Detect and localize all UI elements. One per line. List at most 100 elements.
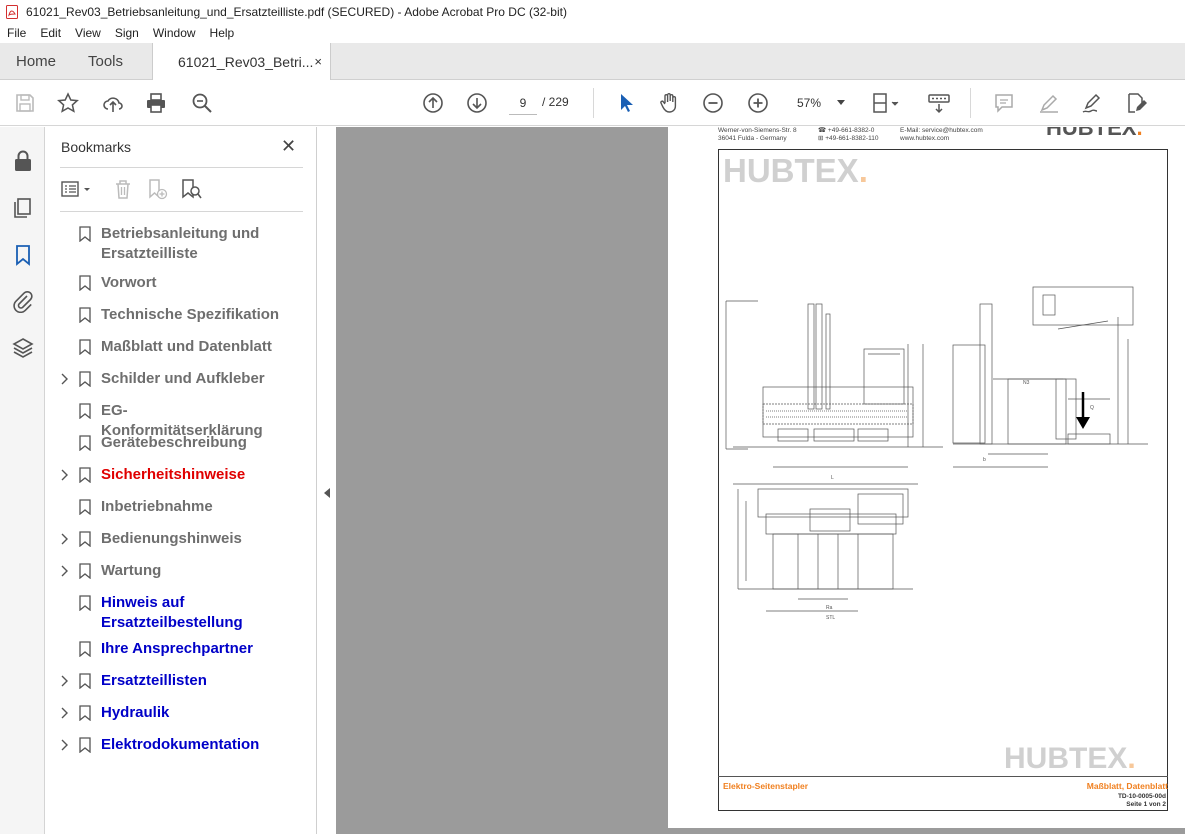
menu-sign[interactable]: Sign [115, 26, 139, 40]
tab-bar: Home Tools 61021_Rev03_Betri... × [0, 43, 1185, 81]
bookmark-label: Gerätebeschreibung [101, 434, 247, 451]
page-number-input[interactable] [509, 91, 537, 115]
menu-view[interactable]: View [75, 26, 101, 40]
delete-trash-icon[interactable] [112, 178, 134, 200]
page-thumbnails-icon[interactable] [11, 196, 35, 220]
svg-text:STL: STL [826, 615, 835, 621]
bookmark-ribbon-icon [79, 673, 91, 690]
bookmark-ribbon-icon [79, 435, 91, 452]
zoom-in-icon[interactable] [746, 91, 770, 115]
svg-text:L: L [831, 475, 834, 481]
menu-help[interactable]: Help [210, 26, 235, 40]
bookmark-ribbon-icon [79, 226, 91, 243]
company-contact: E-Mail: service@hubtex.com www.hubtex.co… [900, 127, 983, 142]
tab-document-label: 61021_Rev03_Betri... [178, 54, 314, 70]
select-cursor-icon[interactable] [614, 91, 638, 115]
print-icon[interactable] [144, 91, 168, 115]
page-total-label: / 229 [542, 95, 569, 109]
bookmark-ribbon-icon [79, 499, 91, 516]
new-bookmark-icon[interactable] [146, 178, 168, 200]
company-phone: ☎ +49-661-8382-0 ⊞ +49-661-8382-110 [818, 127, 879, 142]
star-bookmark-icon[interactable] [56, 91, 80, 115]
chevron-right-icon[interactable] [59, 532, 69, 545]
title-bar: 61021_Rev03_Betriebsanleitung_und_Ersatz… [0, 0, 1185, 23]
tab-document[interactable]: 61021_Rev03_Betri... × [152, 43, 331, 81]
save-icon[interactable] [13, 91, 37, 115]
cloud-upload-icon[interactable] [101, 91, 125, 115]
menu-bar: File Edit View Sign Window Help [0, 23, 1185, 43]
bookmark-label: Vorwort [101, 274, 157, 291]
chevron-right-icon[interactable] [59, 564, 69, 577]
zoom-out-icon[interactable] [701, 91, 725, 115]
chevron-down-icon [837, 100, 845, 105]
bookmark-label: Ihre Ansprechpartner [101, 640, 253, 657]
hand-tool-icon[interactable] [657, 91, 681, 115]
bookmark-label: Hydraulik [101, 704, 170, 721]
bookmark-ribbon-icon [79, 641, 91, 658]
bookmark-panel-icon[interactable] [11, 243, 35, 267]
panel-collapse-gutter [318, 127, 336, 834]
technical-drawing: L N3 b Ra STL Q [725, 286, 1148, 621]
find-bookmark-icon[interactable] [180, 178, 202, 200]
bookmarks-panel: Bookmarks ✕ Betriebsanleitung und Ersatz… [45, 127, 317, 834]
layers-icon[interactable] [11, 336, 35, 360]
tab-close-icon[interactable]: × [314, 54, 322, 69]
chevron-right-icon[interactable] [59, 468, 69, 481]
chevron-right-icon[interactable] [59, 738, 69, 751]
bookmark-label: Sicherheitshinweise [101, 466, 246, 483]
company-address: Werner-von-Siemens-Str. 8 36041 Fulda - … [718, 127, 797, 142]
comment-icon[interactable] [992, 91, 1016, 115]
bookmark-label: Schilder und Aufkleber [101, 370, 265, 387]
bookmark-ribbon-icon [79, 307, 91, 324]
pdf-page: Werner-von-Siemens-Str. 8 36041 Fulda - … [668, 127, 1185, 828]
menu-window[interactable]: Window [153, 26, 196, 40]
collapse-panel-arrow-icon[interactable] [324, 488, 330, 498]
chevron-right-icon[interactable] [59, 674, 69, 687]
keyboard-scroll-icon[interactable] [927, 91, 951, 115]
attachment-paperclip-icon[interactable] [11, 289, 35, 314]
footer-document-label: Maßblatt, Datenblatt [1086, 781, 1168, 791]
bookmark-label: Technische Spezifikation [101, 306, 280, 323]
zoom-level-value: 57% [797, 96, 822, 110]
chevron-right-icon[interactable] [59, 372, 69, 385]
close-icon[interactable]: ✕ [281, 136, 296, 157]
lock-icon[interactable] [11, 149, 35, 173]
menu-edit[interactable]: Edit [40, 26, 61, 40]
acrobat-pdf-icon [6, 4, 18, 19]
hubtex-logo-top: HUBTEX. [1046, 127, 1143, 140]
tab-home[interactable]: Home [16, 43, 56, 80]
bookmark-label: Hinweis auf Ersatzteilbestellung [101, 594, 243, 631]
bookmark-ribbon-icon [79, 595, 91, 612]
bookmark-ribbon-icon [79, 339, 91, 356]
previous-page-icon[interactable] [421, 91, 445, 115]
bookmark-label: Elektrodokumentation [101, 736, 260, 753]
page-display-icon[interactable] [871, 91, 905, 115]
zoom-level-select[interactable]: 57% [787, 91, 849, 115]
highlight-pen-icon[interactable] [1037, 91, 1061, 115]
tab-tools[interactable]: Tools [88, 43, 123, 80]
bookmark-ribbon-icon [79, 737, 91, 754]
bookmark-label: Inbetriebnahme [101, 498, 213, 515]
chevron-right-icon[interactable] [59, 706, 69, 719]
next-page-icon[interactable] [465, 91, 489, 115]
sign-pen-icon[interactable] [1080, 91, 1104, 115]
left-navigation-rail [0, 127, 45, 834]
bookmark-options-icon[interactable] [60, 178, 96, 200]
panel-divider [60, 211, 303, 212]
menu-file[interactable]: File [7, 26, 26, 40]
panel-divider [60, 167, 303, 168]
bookmark-label: Wartung [101, 562, 162, 579]
svg-text:Ra: Ra [826, 605, 833, 611]
footer-divider [718, 776, 1168, 777]
bookmark-ribbon-icon [79, 531, 91, 548]
svg-text:Q: Q [1090, 405, 1094, 411]
bookmark-ribbon-icon [79, 371, 91, 388]
zoom-search-icon[interactable] [190, 91, 214, 115]
bookmark-ribbon-icon [79, 467, 91, 484]
hubtex-watermark-logo-bottom: HUBTEX. [1004, 742, 1136, 775]
svg-text:N3: N3 [1023, 380, 1030, 386]
bookmark-label: Maßblatt und Datenblatt [101, 338, 272, 355]
document-viewport[interactable]: Werner-von-Siemens-Str. 8 36041 Fulda - … [336, 127, 1185, 834]
edit-document-icon[interactable] [1124, 91, 1148, 115]
footer-page-count: Seite 1 von 2 [1126, 801, 1166, 808]
